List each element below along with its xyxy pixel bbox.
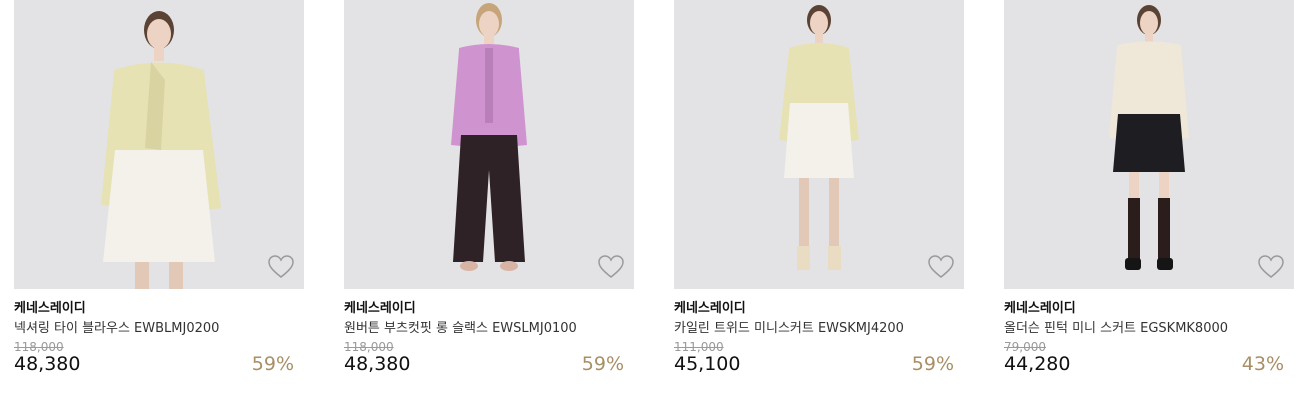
heart-outline-icon[interactable] bbox=[268, 255, 294, 279]
product-brand: 케네스레이디 bbox=[14, 301, 86, 316]
product-card[interactable]: 케네스레이디 원버튼 부츠컷핏 롱 슬랙스 EWSLMJ0100 118,000… bbox=[344, 0, 634, 405]
product-name[interactable]: 카일린 트위드 미니스커트 EWSKMJ4200 bbox=[674, 317, 904, 336]
product-image[interactable] bbox=[344, 0, 634, 289]
product-image[interactable] bbox=[674, 0, 964, 289]
discount-rate: 59% bbox=[581, 353, 624, 375]
heart-outline-icon[interactable] bbox=[598, 255, 624, 279]
product-brand: 케네스레이디 bbox=[344, 301, 416, 316]
product-image[interactable] bbox=[14, 0, 304, 289]
product-name[interactable]: 원버튼 부츠컷핏 롱 슬랙스 EWSLMJ0100 bbox=[344, 317, 577, 336]
model-figure bbox=[779, 5, 859, 270]
model-figure bbox=[1109, 5, 1189, 270]
sale-price: 48,380 bbox=[344, 353, 411, 375]
sale-price: 44,280 bbox=[1004, 353, 1071, 375]
sale-price: 48,380 bbox=[14, 353, 81, 375]
model-figure bbox=[101, 11, 221, 289]
product-name[interactable]: 넥셔링 타이 블라우스 EWBLMJ0200 bbox=[14, 317, 219, 336]
discount-rate: 59% bbox=[911, 353, 954, 375]
product-card[interactable]: 케네스레이디 카일린 트위드 미니스커트 EWSKMJ4200 111,000 … bbox=[674, 0, 964, 405]
heart-outline-icon[interactable] bbox=[928, 255, 954, 279]
product-image[interactable] bbox=[1004, 0, 1294, 289]
product-name[interactable]: 올더슨 핀턱 미니 스커트 EGSKMK8000 bbox=[1004, 317, 1228, 336]
sale-price: 45,100 bbox=[674, 353, 741, 375]
product-brand: 케네스레이디 bbox=[1004, 301, 1076, 316]
discount-rate: 43% bbox=[1241, 353, 1284, 375]
product-grid: 케네스레이디 넥셔링 타이 블라우스 EWBLMJ0200 118,000 48… bbox=[0, 0, 1303, 405]
discount-rate: 59% bbox=[251, 353, 294, 375]
model-figure bbox=[451, 3, 527, 271]
original-price: 118,000 bbox=[344, 340, 394, 354]
original-price: 79,000 bbox=[1004, 340, 1046, 354]
original-price: 118,000 bbox=[14, 340, 64, 354]
heart-outline-icon[interactable] bbox=[1258, 255, 1284, 279]
product-card[interactable]: 케네스레이디 넥셔링 타이 블라우스 EWBLMJ0200 118,000 48… bbox=[14, 0, 304, 405]
original-price: 111,000 bbox=[674, 340, 724, 354]
product-card[interactable]: 케네스레이디 올더슨 핀턱 미니 스커트 EGSKMK8000 79,000 4… bbox=[1004, 0, 1294, 405]
product-brand: 케네스레이디 bbox=[674, 301, 746, 316]
